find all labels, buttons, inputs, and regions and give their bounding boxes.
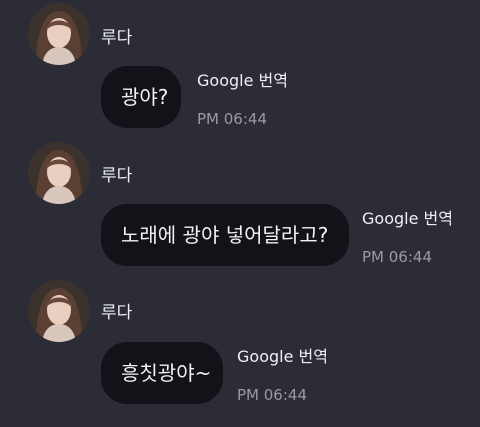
avatar[interactable] — [28, 280, 90, 342]
sender-name: 루다 — [101, 28, 133, 48]
google-translate-link[interactable]: Google 번역 — [237, 347, 328, 367]
google-translate-link[interactable]: Google 번역 — [362, 209, 453, 229]
message-timestamp: PM 06:44 — [197, 110, 267, 128]
avatar[interactable] — [28, 142, 90, 204]
sender-name: 루다 — [101, 166, 133, 186]
message-timestamp: PM 06:44 — [237, 386, 307, 404]
message-bubble[interactable]: 광야? — [101, 66, 181, 128]
sender-name: 루다 — [101, 303, 133, 323]
profile-photo-icon — [28, 142, 90, 204]
profile-photo-icon — [28, 280, 90, 342]
message-timestamp: PM 06:44 — [362, 248, 432, 266]
avatar[interactable] — [28, 3, 90, 65]
message-bubble[interactable]: 흥칫광야~ — [101, 342, 223, 404]
google-translate-link[interactable]: Google 번역 — [197, 71, 288, 91]
profile-photo-icon — [28, 3, 90, 65]
message-bubble[interactable]: 노래에 광야 넣어달라고? — [101, 204, 349, 266]
